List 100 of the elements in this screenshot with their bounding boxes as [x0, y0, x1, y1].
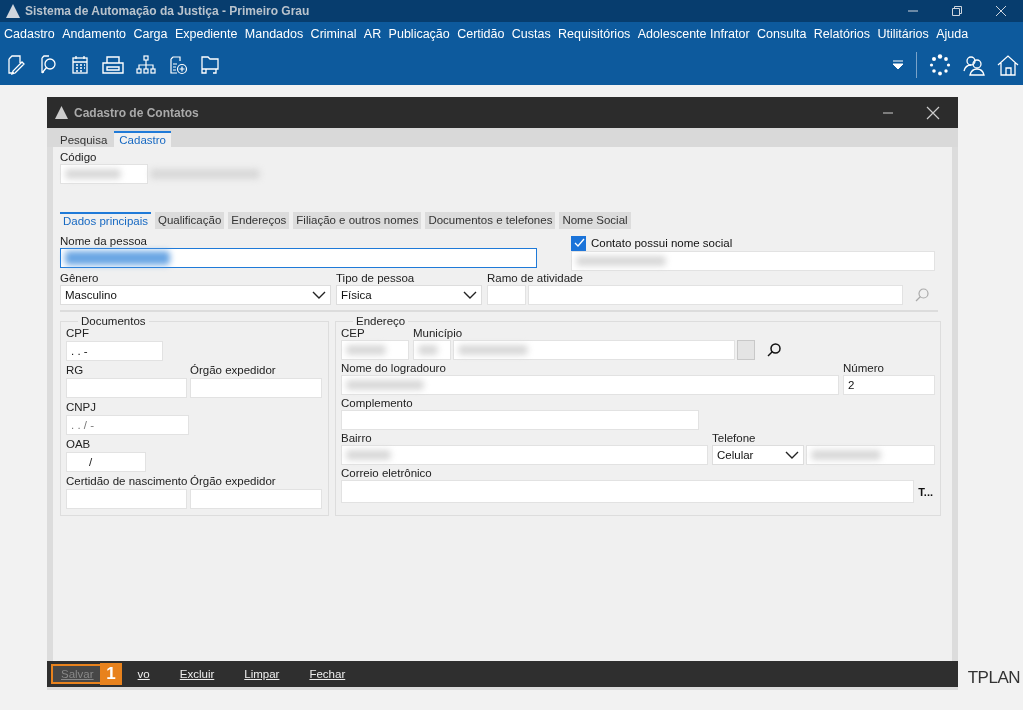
- city-lookup-field[interactable]: [737, 340, 755, 360]
- activity-code-field[interactable]: [487, 285, 526, 305]
- field-label: Nome do logradouro: [341, 362, 447, 375]
- edit-document-icon[interactable]: [6, 55, 26, 75]
- menu-item[interactable]: Ajuda: [936, 26, 969, 41]
- menu-item[interactable]: Custas: [511, 26, 551, 41]
- field-label: Ramo de atividade: [487, 272, 584, 285]
- phone-field[interactable]: [806, 445, 935, 465]
- tab[interactable]: Documentos e telefones: [425, 212, 556, 229]
- restore-icon[interactable]: [951, 5, 963, 17]
- background-logo: TPLAN: [967, 668, 1020, 688]
- tab[interactable]: Endereços: [228, 212, 290, 229]
- group-title: Documentos: [80, 315, 147, 327]
- social-name-field[interactable]: [571, 251, 935, 271]
- menu-item[interactable]: Mandados: [244, 26, 304, 41]
- toolbar-button[interactable]: Limpar: [236, 666, 288, 682]
- text-button[interactable]: T...: [916, 485, 935, 498]
- tab[interactable]: Dados principais: [60, 212, 151, 229]
- menu-item[interactable]: Relatórios: [813, 26, 871, 41]
- menu-item[interactable]: Expediente: [174, 26, 238, 41]
- menu-item[interactable]: Criminal: [310, 26, 357, 41]
- window-title: Sistema de Automação da Justiça - Primeiro Grau: [25, 4, 310, 18]
- field-label: Certidão de nascimento: [66, 475, 187, 488]
- field-label: Nome da pessoa: [60, 235, 148, 248]
- chevron-down-icon: [785, 451, 799, 459]
- rg-field[interactable]: [66, 378, 187, 398]
- gender-select[interactable]: Masculino: [60, 285, 331, 305]
- search-icon[interactable]: [767, 343, 781, 357]
- users-icon[interactable]: [963, 54, 985, 76]
- add-document-icon[interactable]: [168, 55, 188, 75]
- checkbox-label: Contato possui nome social: [591, 237, 733, 249]
- menu-item[interactable]: Cadastro: [4, 26, 55, 41]
- field-label: Complemento: [341, 397, 414, 410]
- district-field[interactable]: [341, 445, 708, 465]
- app-logo-icon: [55, 106, 68, 119]
- tab[interactable]: Pesquisa: [55, 133, 113, 147]
- printer-icon[interactable]: [102, 55, 124, 75]
- field-label: Telefone: [712, 432, 757, 445]
- field-label: Tipo de pessoa: [336, 272, 416, 285]
- menu-item[interactable]: Consulta: [757, 26, 807, 41]
- search-document-icon[interactable]: [38, 55, 58, 75]
- cpf-field[interactable]: . . -: [66, 341, 163, 361]
- tab[interactable]: Qualificação: [155, 212, 225, 229]
- tab[interactable]: Cadastro: [114, 131, 171, 147]
- field-label: Gênero: [60, 272, 100, 285]
- step-badge: 1: [100, 663, 122, 685]
- city-field[interactable]: [453, 340, 735, 360]
- hierarchy-icon[interactable]: [136, 55, 156, 75]
- activity-field[interactable]: [528, 285, 903, 305]
- menu-item[interactable]: Carga: [133, 26, 168, 41]
- field-label: Código: [60, 151, 98, 164]
- phone-type-select[interactable]: Celular: [712, 445, 804, 465]
- app-logo-icon: [6, 4, 20, 18]
- tab[interactable]: Nome Social: [559, 212, 631, 229]
- folder-icon[interactable]: [200, 55, 220, 75]
- email-field[interactable]: [341, 480, 915, 503]
- code-field[interactable]: [60, 164, 148, 184]
- dropdown-icon[interactable]: [892, 59, 904, 71]
- menu-item[interactable]: Andamento: [62, 26, 127, 41]
- close-icon[interactable]: [995, 5, 1007, 17]
- toolbar-button[interactable]: Fechar: [301, 666, 354, 682]
- dialog-title: Cadastro de Contatos: [74, 105, 199, 120]
- chevron-down-icon: [463, 291, 477, 299]
- home-icon[interactable]: [997, 54, 1019, 76]
- oab-field[interactable]: /: [66, 452, 146, 472]
- menu-item[interactable]: AR: [363, 26, 382, 41]
- name-field[interactable]: [60, 248, 537, 268]
- calendar-icon[interactable]: [70, 55, 90, 75]
- menu-item[interactable]: Certidão: [457, 26, 505, 41]
- city-code-field[interactable]: [413, 340, 451, 360]
- tab[interactable]: Filiação e outros nomes: [293, 212, 422, 229]
- field-label: CNPJ: [66, 401, 98, 414]
- number-field[interactable]: 2: [843, 375, 935, 395]
- field-label: Município: [413, 327, 464, 340]
- menu-item[interactable]: Requisitórios: [558, 26, 631, 41]
- field-label: OAB: [66, 438, 92, 451]
- chevron-down-icon: [312, 291, 326, 299]
- close-icon[interactable]: [926, 105, 940, 120]
- menu-item[interactable]: Adolescente Infrator: [637, 26, 750, 41]
- field-label: Bairro: [341, 432, 373, 445]
- loading-icon[interactable]: [929, 54, 951, 76]
- checkbox[interactable]: [571, 235, 586, 251]
- street-field[interactable]: [341, 375, 839, 395]
- complement-field[interactable]: [341, 410, 699, 430]
- field-label: Correio eletrônico: [341, 467, 433, 480]
- field-label: CPF: [66, 327, 90, 340]
- issuer-field[interactable]: [190, 489, 322, 509]
- field-label: Órgão expedidor: [190, 475, 277, 488]
- menu-item[interactable]: Utilitários: [877, 26, 929, 41]
- birth-certificate-field[interactable]: [66, 489, 187, 509]
- menu-item[interactable]: Publicação: [388, 26, 450, 41]
- cep-field[interactable]: [341, 340, 409, 360]
- cnpj-field[interactable]: . . / -: [66, 415, 189, 435]
- toolbar-button[interactable]: Excluir: [171, 666, 223, 682]
- person-type-select[interactable]: Física: [336, 285, 482, 305]
- field-label: Número: [843, 362, 885, 375]
- toolbar-button[interactable]: vo: [129, 666, 158, 682]
- field-label: RG: [66, 364, 85, 377]
- field-label: Órgão expedidor: [190, 364, 277, 377]
- issuer-field[interactable]: [190, 378, 322, 398]
